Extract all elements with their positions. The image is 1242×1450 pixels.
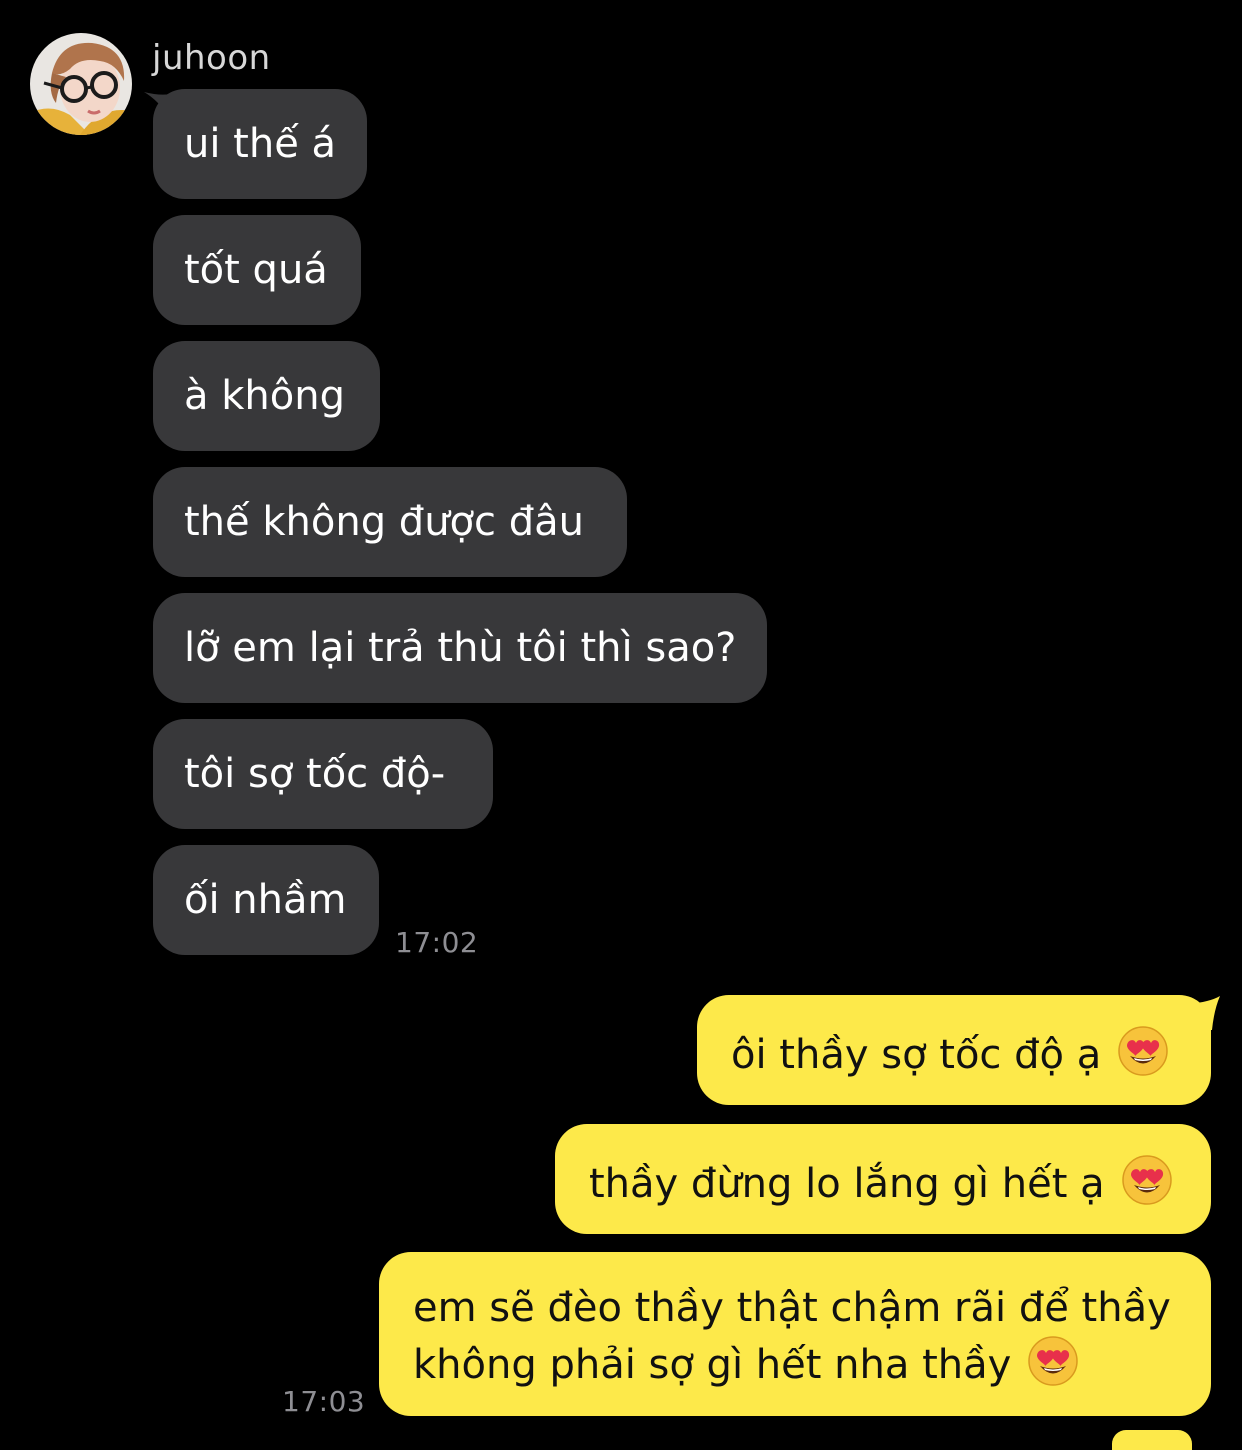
incoming-message-bubble[interactable]: ui thế á	[153, 89, 367, 199]
message-text-line: không phải sợ gì hết nha thầy	[413, 1342, 1012, 1388]
message-text: ui thế á	[184, 121, 337, 167]
message-text: ôi thầy sợ tốc độ ạ	[731, 1032, 1102, 1078]
message-timestamp: 17:03	[282, 1385, 366, 1418]
incoming-message-bubble[interactable]: thế không được đâu	[153, 467, 627, 577]
message-text: thế không được đâu	[184, 499, 584, 545]
incoming-message-bubble[interactable]: tốt quá	[153, 215, 361, 325]
incoming-message-bubble[interactable]: à không	[153, 341, 380, 451]
message-text: tốt quá	[184, 247, 328, 293]
incoming-message-bubble[interactable]: tôi sợ tốc độ-	[153, 719, 493, 829]
avatar[interactable]	[30, 33, 132, 135]
message-text-line: em sẽ đèo thầy thật chậm rãi để thầy	[413, 1285, 1171, 1331]
outgoing-message-bubble[interactable]: ôi thầy sợ tốc độ ạ	[697, 995, 1211, 1105]
message-text: ối nhầm	[184, 877, 347, 923]
message-text: thầy đừng lo lắng gì hết ạ	[589, 1161, 1105, 1207]
outgoing-message-bubble[interactable]: thầy đừng lo lắng gì hết ạ	[555, 1124, 1211, 1234]
avatar-image	[30, 33, 132, 135]
message-text: à không	[184, 373, 345, 419]
message-text: tôi sợ tốc độ-	[184, 751, 446, 797]
message-text-line-with-emoji: không phải sợ gì hết nha thầy	[413, 1335, 1181, 1392]
incoming-message-bubble[interactable]: lỡ em lại trả thù tôi thì sao?	[153, 593, 767, 703]
incoming-message-bubble[interactable]: ối nhầm	[153, 845, 379, 955]
outgoing-message-bubble[interactable]: em sẽ đèo thầy thật chậm rãi để thầy khô…	[379, 1252, 1211, 1416]
message-timestamp: 17:02	[395, 926, 479, 959]
heart-eyes-emoji	[1121, 1154, 1173, 1206]
heart-eyes-emoji	[1027, 1335, 1079, 1387]
heart-eyes-emoji	[1117, 1025, 1169, 1077]
message-text: lỡ em lại trả thù tôi thì sao?	[184, 625, 737, 671]
sender-name: juhoon	[152, 38, 271, 78]
outgoing-message-bubble-partial[interactable]	[1112, 1430, 1192, 1450]
